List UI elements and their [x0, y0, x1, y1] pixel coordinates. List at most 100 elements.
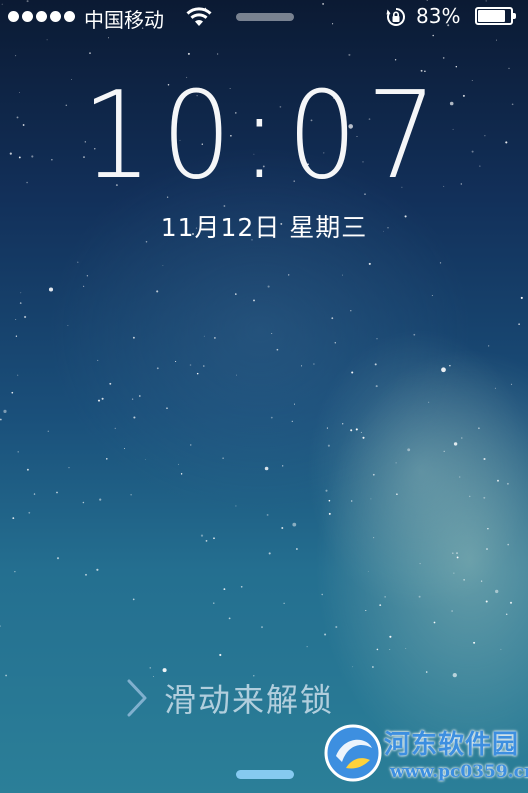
- star: [3, 409, 7, 413]
- star: [46, 39, 48, 41]
- star: [306, 646, 308, 648]
- star: [495, 589, 499, 594]
- notification-center-grabber[interactable]: [236, 13, 294, 21]
- star: [108, 37, 109, 39]
- star: [156, 290, 159, 293]
- star: [236, 374, 237, 376]
- star: [456, 552, 458, 554]
- star: [483, 457, 486, 461]
- star: [328, 499, 331, 502]
- star: [355, 428, 358, 431]
- star: [350, 310, 352, 312]
- star: [0, 418, 2, 421]
- star: [508, 67, 510, 70]
- star: [219, 653, 222, 657]
- star: [283, 602, 285, 604]
- star: [500, 648, 502, 650]
- star: [132, 598, 135, 601]
- star: [85, 573, 87, 576]
- star: [342, 423, 344, 425]
- star: [510, 383, 513, 385]
- star: [99, 498, 102, 501]
- star: [425, 671, 428, 673]
- star: [82, 501, 85, 504]
- star: [228, 617, 231, 620]
- star: [267, 285, 270, 288]
- star: [488, 345, 490, 347]
- star: [97, 359, 99, 361]
- star: [506, 482, 509, 485]
- star: [282, 465, 284, 467]
- star: [19, 92, 20, 93]
- star: [190, 444, 192, 446]
- star: [213, 537, 215, 540]
- star: [24, 315, 27, 319]
- star: [389, 635, 392, 638]
- star: [166, 407, 168, 410]
- star: [362, 436, 365, 439]
- star: [14, 571, 16, 573]
- star: [67, 324, 69, 326]
- star: [468, 495, 471, 498]
- star: [485, 600, 488, 603]
- star: [138, 395, 141, 397]
- star: [26, 468, 29, 471]
- star: [301, 365, 303, 367]
- star: [20, 292, 22, 294]
- control-center-grabber[interactable]: [236, 770, 294, 779]
- star: [180, 473, 183, 475]
- star: [106, 458, 108, 460]
- star: [463, 579, 465, 581]
- star: [89, 52, 91, 54]
- star: [334, 342, 336, 344]
- star: [461, 437, 463, 439]
- star: [452, 552, 454, 554]
- star: [518, 323, 520, 325]
- star: [189, 364, 192, 366]
- star: [367, 571, 369, 573]
- star: [384, 596, 386, 598]
- star: [187, 52, 190, 55]
- star: [296, 548, 298, 550]
- star: [17, 374, 19, 376]
- star: [130, 494, 132, 496]
- wifi-icon: [186, 7, 212, 26]
- star: [507, 543, 510, 546]
- star: [348, 53, 351, 56]
- star: [328, 512, 331, 515]
- star: [0, 625, 1, 627]
- star: [451, 610, 453, 612]
- star: [439, 262, 442, 264]
- star: [133, 416, 136, 419]
- watermark-name: 河东软件园: [384, 730, 520, 760]
- carrier-name: 中国移动: [84, 8, 164, 32]
- slide-to-unlock-label: 滑动来解锁: [164, 681, 335, 719]
- star: [12, 517, 15, 520]
- battery-icon: [475, 7, 517, 25]
- star: [321, 593, 323, 596]
- star: [505, 613, 508, 615]
- star: [395, 462, 397, 464]
- star: [291, 420, 293, 423]
- star: [419, 563, 421, 565]
- star: [370, 498, 372, 500]
- rotation-lock-icon: [386, 8, 405, 26]
- star: [178, 463, 179, 465]
- star: [281, 527, 284, 529]
- star: [83, 285, 85, 287]
- star: [478, 427, 480, 430]
- star: [405, 647, 407, 650]
- star: [77, 261, 79, 263]
- star: [351, 371, 354, 374]
- star: [48, 287, 54, 292]
- star: [17, 451, 19, 453]
- star: [431, 295, 433, 297]
- star: [368, 262, 371, 265]
- star: [19, 302, 22, 304]
- star: [372, 473, 375, 476]
- star: [292, 522, 297, 527]
- star: [9, 152, 12, 155]
- watermark-logo-icon: [324, 724, 382, 782]
- star: [131, 398, 134, 400]
- star: [15, 319, 17, 320]
